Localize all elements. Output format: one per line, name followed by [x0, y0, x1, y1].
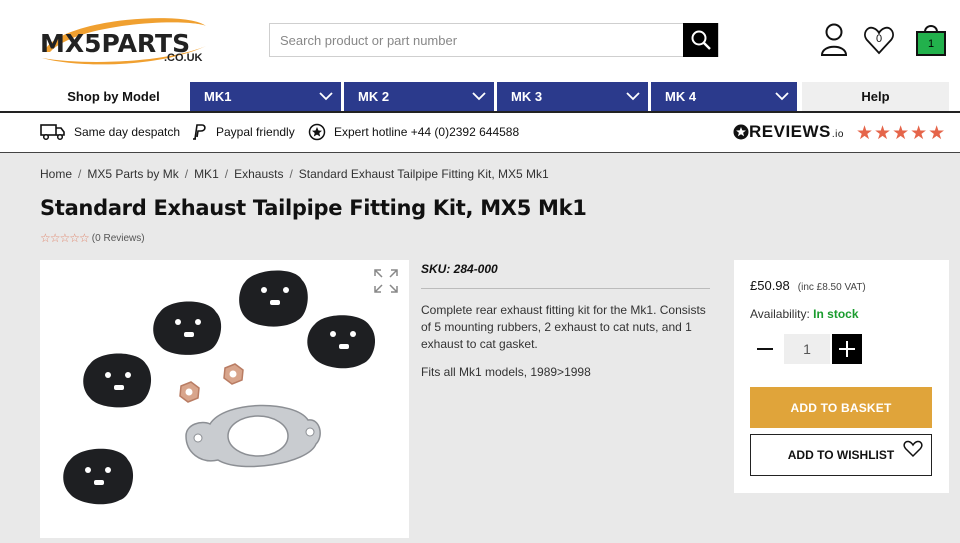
badge-star-icon: [308, 123, 326, 141]
search-bar: [269, 23, 719, 57]
search-input[interactable]: [270, 24, 685, 56]
breadcrumb: Home / MX5 Parts by Mk / MK1 / Exhausts …: [40, 167, 549, 181]
nav-item-mk1[interactable]: MK1: [190, 82, 341, 111]
reviews-brand: REVIEWS: [749, 122, 831, 141]
nav-item-mk2[interactable]: MK 2: [344, 82, 494, 111]
product-photo: [63, 270, 376, 505]
quantity-decrease-button[interactable]: [750, 334, 780, 364]
nav-item-label: MK 2: [358, 89, 390, 104]
main-nav: Shop by Model MK1 MK 2 MK 3 MK 4 Help: [0, 82, 960, 111]
account-button[interactable]: [818, 22, 850, 58]
availability: Availability: In stock: [750, 307, 859, 321]
product-price: £50.98: [750, 278, 790, 293]
user-icon: [820, 23, 848, 56]
usp-paypal-label: Paypal friendly: [216, 125, 295, 139]
product-fitment: Fits all Mk1 models, 1989>1998: [421, 365, 591, 379]
site-header: MX5PARTS .CO.UK 0 1: [0, 0, 960, 82]
add-to-wishlist-label: ADD TO WISHLIST: [787, 448, 895, 462]
quantity-stepper: [750, 334, 862, 364]
product-title: Standard Exhaust Tailpipe Fitting Kit, M…: [40, 196, 587, 220]
chevron-down-icon: [472, 92, 486, 101]
price-row: £50.98 (inc £8.50 VAT): [750, 278, 866, 293]
usp-despatch: Same day despatch: [40, 123, 180, 141]
availability-status: In stock: [813, 307, 859, 321]
quantity-increase-button[interactable]: [832, 334, 862, 364]
star-circle-icon: [733, 124, 749, 140]
minus-icon: [757, 348, 773, 350]
chevron-down-icon: [775, 92, 789, 101]
breadcrumb-home[interactable]: Home: [40, 167, 72, 181]
nav-item-mk3[interactable]: MK 3: [497, 82, 648, 111]
product-details: SKU: 284-000 Complete rear exhaust fitti…: [421, 262, 710, 379]
product-sku: SKU: 284-000: [421, 262, 498, 276]
plus-icon: [839, 341, 855, 357]
add-to-basket-button[interactable]: ADD TO BASKET: [750, 387, 932, 428]
price-vat: (inc £8.50 VAT): [797, 282, 866, 293]
mx5parts-logo[interactable]: MX5PARTS .CO.UK: [38, 12, 210, 70]
chevron-down-icon: [626, 92, 640, 101]
quantity-input[interactable]: [784, 334, 830, 364]
expand-image-button[interactable]: [373, 268, 399, 294]
usp-hotline: Expert hotline +44 (0)2392 644588: [308, 123, 519, 141]
nav-item-label: MK 3: [511, 89, 543, 104]
nav-item-label: MK1: [204, 89, 232, 104]
heart-icon: [903, 440, 923, 458]
usp-paypal: Paypal friendly: [190, 123, 295, 141]
reviews-io-logo[interactable]: REVIEWS .io: [733, 122, 844, 142]
reviews-io-suffix: .io: [831, 129, 844, 140]
rating-stars: ☆☆☆☆☆: [40, 231, 90, 245]
usp-hotline-label: Expert hotline +44 (0)2392 644588: [334, 125, 520, 139]
usp-bar: Same day despatch Paypal friendly Expert…: [0, 113, 960, 153]
paypal-icon: [193, 124, 206, 140]
basket-button[interactable]: 1: [915, 22, 947, 58]
nav-help[interactable]: Help: [802, 82, 949, 111]
search-button[interactable]: [683, 23, 718, 57]
breadcrumb-mk1[interactable]: MK1: [194, 167, 219, 181]
breadcrumb-exhausts[interactable]: Exhausts: [234, 167, 283, 181]
breadcrumb-separator: /: [224, 167, 229, 181]
product-rating[interactable]: ☆☆☆☆☆ (0 Reviews): [40, 231, 145, 245]
logo-domain: .CO.UK: [164, 52, 203, 64]
nav-shop-by-model[interactable]: Shop by Model: [40, 82, 187, 111]
breadcrumb-separator: /: [184, 167, 189, 181]
breadcrumb-current: Standard Exhaust Tailpipe Fitting Kit, M…: [298, 167, 549, 181]
chevron-down-icon: [319, 92, 333, 101]
expand-icon: [374, 269, 398, 293]
breadcrumb-parts-by-mk[interactable]: MX5 Parts by Mk: [87, 167, 178, 181]
usp-despatch-label: Same day despatch: [74, 125, 181, 139]
reviews-count: (0 Reviews): [91, 232, 145, 244]
breadcrumb-separator: /: [78, 167, 82, 181]
reviews-rating-stars: ★★★★★: [856, 123, 947, 144]
breadcrumb-separator: /: [289, 167, 293, 181]
buy-box: £50.98 (inc £8.50 VAT) Availability: In …: [734, 260, 949, 493]
basket-count: 1: [927, 38, 935, 50]
product-image[interactable]: [40, 260, 409, 538]
truck-icon: [40, 124, 65, 141]
wishlist-count: 0: [875, 33, 883, 45]
add-to-wishlist-button[interactable]: ADD TO WISHLIST: [750, 434, 932, 476]
nav-item-mk4[interactable]: MK 4: [651, 82, 797, 111]
details-divider: [421, 288, 710, 289]
availability-label: Availability:: [750, 307, 810, 321]
wishlist-button[interactable]: 0: [863, 22, 895, 58]
nav-item-label: MK 4: [665, 89, 697, 104]
product-description: Complete rear exhaust fitting kit for th…: [421, 303, 706, 351]
search-icon: [691, 30, 711, 50]
